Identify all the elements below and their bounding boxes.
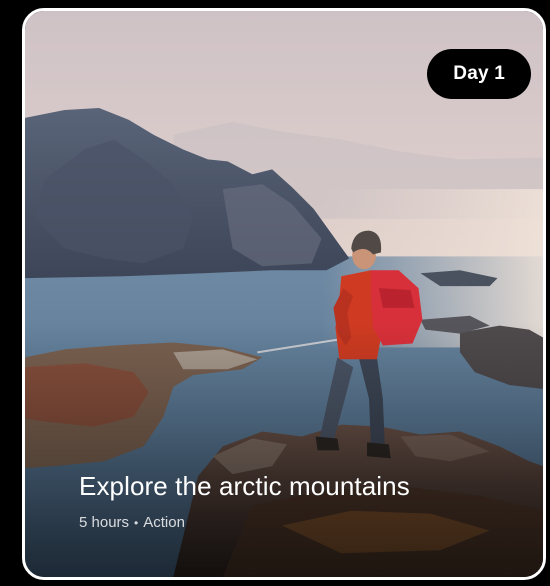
card-text: Explore the arctic mountains 5 hours • A… xyxy=(79,469,523,533)
category-text: Action xyxy=(143,514,185,531)
duration-text: 5 hours xyxy=(79,514,130,531)
card-meta: 5 hours • Action xyxy=(79,513,523,533)
day-badge: Day 1 xyxy=(427,49,531,99)
card-title: Explore the arctic mountains xyxy=(79,471,410,501)
meta-separator: • xyxy=(134,516,139,530)
activity-card[interactable]: Day 1 Explore the arctic mountains 5 hou… xyxy=(22,8,546,580)
